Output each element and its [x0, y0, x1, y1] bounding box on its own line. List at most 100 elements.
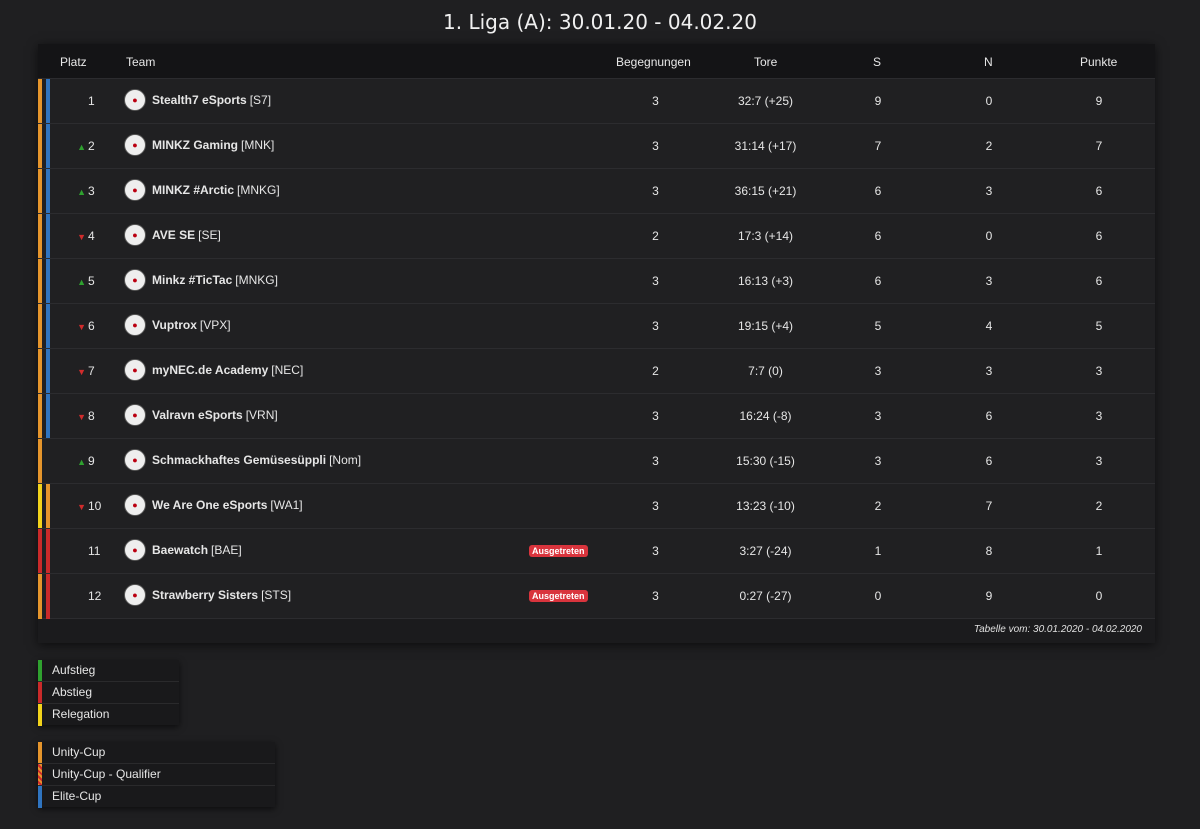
team-name[interactable]: Stealth7 eSports [152, 93, 247, 107]
wins-cell: 5 [874, 319, 882, 333]
qualification-marker [46, 124, 50, 169]
losses-cell: 4 [985, 319, 993, 333]
points-cell: 9 [1095, 94, 1103, 108]
qualification-marker [46, 529, 50, 574]
trend-up-icon: ▲ [77, 187, 86, 197]
col-wins[interactable]: S [873, 55, 881, 69]
table-row[interactable]: ▼ 7 ● myNEC.de Academy [NEC] 2 7:7 (0) 3 3 3 [38, 348, 1155, 394]
goals-cell: 17:3 (+14) [737, 229, 794, 243]
losses-cell: 3 [985, 274, 993, 288]
points-cell: 1 [1095, 544, 1103, 558]
team-tag: [VRN] [245, 408, 278, 422]
league-table: Platz Team Begegnungen Tore S N Punkte 1… [38, 44, 1155, 643]
qualification-marker [38, 304, 42, 349]
legend-swatch [38, 764, 42, 786]
team-cell[interactable]: ● Schmackhaftes Gemüsesüppli [Nom] [124, 449, 361, 471]
team-name[interactable]: We Are One eSports [152, 498, 267, 512]
team-cell[interactable]: ● Baewatch [BAE] [124, 539, 242, 561]
losses-cell: 7 [985, 499, 993, 513]
wins-cell: 7 [874, 139, 882, 153]
col-place[interactable]: Platz [60, 55, 87, 69]
qualification-marker [46, 574, 50, 619]
place-number: 4 [88, 229, 95, 243]
team-tag: [WA1] [270, 498, 303, 512]
qualification-marker [46, 349, 50, 394]
place-cell: ▼ 4 [66, 229, 126, 243]
team-tag: [Nom] [329, 453, 362, 467]
trend-down-icon: ▼ [77, 232, 86, 242]
qualification-marker [38, 439, 42, 484]
table-row[interactable]: ▼ 4 ● AVE SE [SE] 2 17:3 (+14) 6 0 6 [38, 213, 1155, 259]
place-number: 8 [88, 409, 95, 423]
team-logo-icon: ● [124, 539, 146, 561]
qualification-marker [38, 259, 42, 304]
table-row[interactable]: ▼ 10 ● We Are One eSports [WA1] 3 13:23 (-… [38, 483, 1155, 529]
table-footer: Tabelle vom: 30.01.2020 - 04.02.2020 [38, 618, 1155, 643]
place-number: 5 [88, 274, 95, 288]
team-tag: [SE] [198, 228, 221, 242]
team-logo-icon: ● [124, 269, 146, 291]
wins-cell: 3 [874, 409, 882, 423]
table-row[interactable]: ▼ 6 ● Vuptrox [VPX] 3 19:15 (+4) 5 4 5 [38, 303, 1155, 349]
team-cell[interactable]: ● MINKZ #Arctic [MNKG] [124, 179, 280, 201]
trend-down-icon: ▼ [77, 322, 86, 332]
place-cell: ▲ 2 [66, 139, 126, 153]
col-points[interactable]: Punkte [1080, 55, 1117, 69]
losses-cell: 0 [985, 229, 993, 243]
matches-cell: 3 [652, 454, 659, 468]
table-row[interactable]: ▲ 3 ● MINKZ #Arctic [MNKG] 3 36:15 (+21) 6 3… [38, 168, 1155, 214]
team-name[interactable]: Minkz #TicTac [152, 273, 232, 287]
wins-cell: 6 [874, 184, 882, 198]
team-name[interactable]: Strawberry Sisters [152, 588, 258, 602]
qualification-marker [38, 484, 42, 529]
table-row[interactable]: ▲ 2 ● MINKZ Gaming [MNK] 3 31:14 (+17) 7 2 7 [38, 123, 1155, 169]
team-name[interactable]: Schmackhaftes Gemüsesüppli [152, 453, 326, 467]
wins-cell: 0 [874, 589, 882, 603]
team-cell[interactable]: ● Strawberry Sisters [STS] [124, 584, 291, 606]
team-cell[interactable]: ● Vuptrox [VPX] [124, 314, 231, 336]
place-number: 10 [88, 499, 102, 513]
qualification-marker [46, 79, 50, 124]
team-tag: [BAE] [211, 543, 242, 557]
place-cell: 11 [66, 544, 126, 558]
legend-item: Unity-Cup - Qualifier [38, 763, 275, 786]
table-row[interactable]: ▼ 8 ● Valravn eSports [VRN] 3 16:24 (-8) 3 6… [38, 393, 1155, 439]
col-goals[interactable]: Tore [754, 55, 777, 69]
matches-cell: 2 [652, 229, 659, 243]
col-team[interactable]: Team [126, 55, 155, 69]
wins-cell: 6 [874, 229, 882, 243]
team-name[interactable]: Valravn eSports [152, 408, 243, 422]
team-cell[interactable]: ● MINKZ Gaming [MNK] [124, 134, 274, 156]
table-row[interactable]: 1 ● Stealth7 eSports [S7] 3 32:7 (+25) 9 0 9 [38, 78, 1155, 124]
losses-cell: 0 [985, 94, 993, 108]
team-name[interactable]: Baewatch [152, 543, 208, 557]
team-cell[interactable]: ● Stealth7 eSports [S7] [124, 89, 271, 111]
team-name[interactable]: myNEC.de Academy [152, 363, 268, 377]
legend-item: Unity-Cup [38, 742, 275, 764]
team-cell[interactable]: ● Minkz #TicTac [MNKG] [124, 269, 278, 291]
table-row[interactable]: ▲ 9 ● Schmackhaftes Gemüsesüppli [Nom] 3 1… [38, 438, 1155, 484]
col-losses[interactable]: N [984, 55, 993, 69]
wins-cell: 6 [874, 274, 882, 288]
matches-cell: 3 [652, 544, 659, 558]
table-row[interactable]: ▲ 5 ● Minkz #TicTac [MNKG] 3 16:13 (+3) 6 3 6 [38, 258, 1155, 304]
team-cell[interactable]: ● AVE SE [SE] [124, 224, 221, 246]
team-name[interactable]: AVE SE [152, 228, 195, 242]
team-cell[interactable]: ● Valravn eSports [VRN] [124, 404, 278, 426]
qualification-marker [38, 394, 42, 439]
team-name[interactable]: Vuptrox [152, 318, 197, 332]
points-cell: 2 [1095, 499, 1103, 513]
place-number: 1 [88, 94, 95, 108]
points-cell: 0 [1095, 589, 1103, 603]
team-cell[interactable]: ● We Are One eSports [WA1] [124, 494, 303, 516]
team-name[interactable]: MINKZ #Arctic [152, 183, 234, 197]
trend-down-icon: ▼ [77, 412, 86, 422]
table-row[interactable]: 12 ● Strawberry Sisters [STS] Ausgetrete… [38, 573, 1155, 619]
team-logo-icon: ● [124, 89, 146, 111]
col-matches[interactable]: Begegnungen [616, 55, 691, 69]
team-cell[interactable]: ● myNEC.de Academy [NEC] [124, 359, 303, 381]
matches-cell: 3 [652, 319, 659, 333]
table-row[interactable]: 11 ● Baewatch [BAE] Ausgetreten 3 3:27 (-2… [38, 528, 1155, 574]
goals-cell: 19:15 (+4) [737, 319, 794, 333]
team-name[interactable]: MINKZ Gaming [152, 138, 238, 152]
